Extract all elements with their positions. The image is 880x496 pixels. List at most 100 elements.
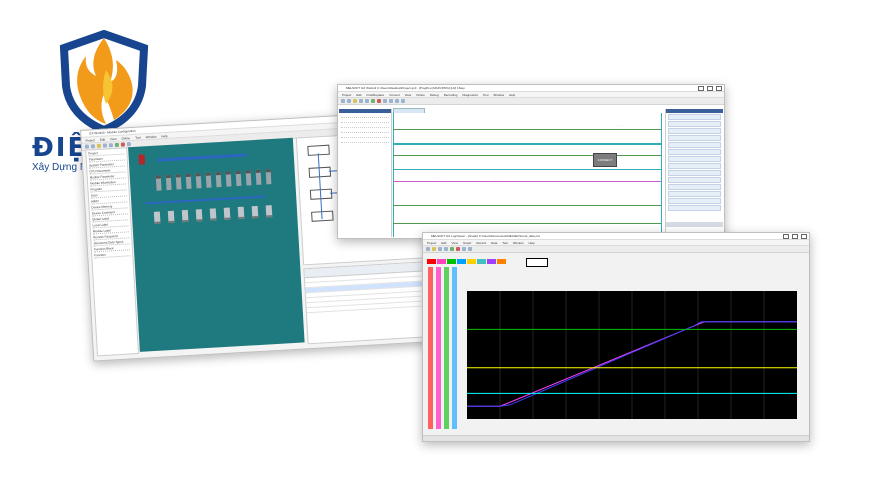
- menu-record[interactable]: Record: [476, 241, 486, 245]
- menu-edit[interactable]: Edit: [356, 93, 361, 97]
- minimize-icon[interactable]: [783, 234, 789, 239]
- minimize-icon[interactable]: [698, 86, 704, 91]
- menu-view[interactable]: View: [110, 136, 117, 140]
- element-panel-tabs[interactable]: [666, 222, 723, 227]
- menu-tool[interactable]: Tool: [502, 241, 508, 245]
- io-module[interactable]: [265, 169, 272, 185]
- menu-project[interactable]: Project: [85, 138, 95, 143]
- connect-coil[interactable]: CONNECT: [593, 153, 617, 167]
- series-chip[interactable]: [447, 259, 456, 264]
- remote-station[interactable]: [223, 207, 231, 220]
- menu-online[interactable]: Online: [416, 93, 425, 97]
- io-module[interactable]: [195, 173, 202, 189]
- element-item[interactable]: [668, 198, 721, 204]
- play-icon[interactable]: [450, 247, 454, 251]
- element-item[interactable]: [668, 170, 721, 176]
- menu-window[interactable]: Window: [513, 241, 524, 245]
- element-item[interactable]: [668, 205, 721, 211]
- io-module[interactable]: [165, 174, 172, 191]
- series-column[interactable]: [452, 267, 457, 429]
- io-module[interactable]: [235, 170, 242, 187]
- save-icon[interactable]: [353, 99, 357, 103]
- nav-item[interactable]: [341, 139, 389, 143]
- menu-find-replace[interactable]: Find/Replace: [367, 93, 385, 97]
- stop-icon[interactable]: [456, 247, 460, 251]
- series-chip[interactable]: [427, 259, 436, 264]
- series-chip[interactable]: [487, 259, 496, 264]
- series-column[interactable]: [428, 267, 433, 429]
- undo-icon[interactable]: [359, 99, 363, 103]
- element-item[interactable]: [668, 177, 721, 183]
- remote-station[interactable]: [209, 208, 217, 221]
- io-module[interactable]: [215, 171, 222, 188]
- nav-item[interactable]: [341, 134, 389, 138]
- stop-icon[interactable]: [120, 142, 126, 147]
- menu-project[interactable]: Project: [427, 241, 436, 245]
- contact-icon[interactable]: [389, 99, 393, 103]
- element-item[interactable]: [668, 128, 721, 134]
- cursor-icon[interactable]: [462, 247, 466, 251]
- trend-plot[interactable]: [467, 291, 797, 419]
- menu-tool[interactable]: Tool: [483, 93, 489, 97]
- element-item[interactable]: [668, 114, 721, 120]
- menu-help[interactable]: Help: [529, 241, 535, 245]
- menu-window[interactable]: Window: [493, 93, 504, 97]
- remote-station[interactable]: [195, 209, 203, 222]
- io-module[interactable]: [245, 170, 252, 186]
- menu-tool[interactable]: Tool: [135, 135, 141, 139]
- nav-item[interactable]: [341, 129, 389, 133]
- cpu-module[interactable]: [138, 154, 146, 165]
- series-chip[interactable]: [437, 259, 446, 264]
- io-module[interactable]: [225, 171, 232, 187]
- menu-view[interactable]: View: [452, 241, 458, 245]
- element-item[interactable]: [668, 163, 721, 169]
- io-module[interactable]: [255, 169, 262, 185]
- zoom-in-icon[interactable]: [438, 247, 442, 251]
- io-module[interactable]: [185, 173, 192, 189]
- menu-edit[interactable]: Edit: [441, 241, 446, 245]
- menu-debug[interactable]: Debug: [430, 93, 439, 97]
- element-item[interactable]: [668, 156, 721, 162]
- element-item[interactable]: [668, 142, 721, 148]
- series-chip[interactable]: [477, 259, 486, 264]
- coil-icon[interactable]: [395, 99, 399, 103]
- menu-data[interactable]: Data: [491, 241, 497, 245]
- series-chip[interactable]: [457, 259, 466, 264]
- element-selection-panel[interactable]: [665, 109, 723, 237]
- nav-item[interactable]: [341, 114, 389, 118]
- write-to-plc-icon[interactable]: [371, 99, 375, 103]
- io-module[interactable]: [155, 175, 162, 191]
- element-item[interactable]: [668, 184, 721, 190]
- series-column[interactable]: [444, 267, 449, 429]
- navigation-panel[interactable]: [339, 109, 392, 237]
- menu-view[interactable]: View: [405, 93, 411, 97]
- read-from-plc-icon[interactable]: [377, 99, 381, 103]
- open-icon[interactable]: [347, 99, 351, 103]
- menu-window[interactable]: Window: [146, 134, 157, 139]
- selected-series-chip[interactable]: [526, 258, 548, 267]
- element-item[interactable]: [668, 121, 721, 127]
- zoom-out-icon[interactable]: [444, 247, 448, 251]
- run-icon[interactable]: [114, 142, 120, 148]
- menu-project[interactable]: Project: [342, 93, 351, 97]
- tree-item[interactable]: Function: [94, 251, 131, 259]
- element-item[interactable]: [668, 149, 721, 155]
- close-icon[interactable]: [716, 86, 722, 91]
- cut-icon[interactable]: [102, 143, 108, 148]
- nav-item[interactable]: [341, 124, 389, 128]
- ladder-canvas[interactable]: ·· ·· · · · · · · · · · · · · CONNECT: [393, 113, 663, 237]
- menu-convert[interactable]: Convert: [389, 93, 400, 97]
- save-icon[interactable]: [432, 247, 436, 251]
- monitor-icon[interactable]: [383, 99, 387, 103]
- remote-station[interactable]: [167, 210, 175, 224]
- series-column[interactable]: [436, 267, 441, 429]
- series-chip[interactable]: [467, 259, 476, 264]
- menu-help[interactable]: Help: [161, 133, 167, 137]
- element-item[interactable]: [668, 191, 721, 197]
- nav-item[interactable]: [341, 119, 389, 123]
- module-configuration-canvas[interactable]: [128, 137, 305, 352]
- open-icon[interactable]: [426, 247, 430, 251]
- menu-online[interactable]: Online: [121, 136, 130, 140]
- series-chip[interactable]: [497, 259, 506, 264]
- remote-station[interactable]: [181, 209, 189, 223]
